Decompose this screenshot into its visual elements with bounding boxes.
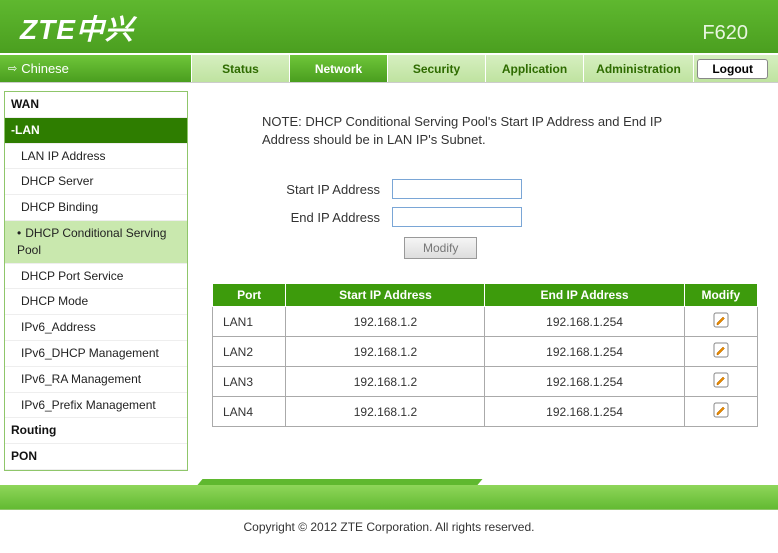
sidebar-item-ipv6-ra-management[interactable]: IPv6_RA Management (5, 367, 187, 393)
pencil-icon[interactable] (713, 312, 729, 328)
content-area: NOTE: DHCP Conditional Serving Pool's St… (192, 83, 778, 475)
cell-start: 192.168.1.2 (286, 337, 485, 367)
start-ip-input[interactable] (392, 179, 522, 199)
cell-port: LAN2 (213, 337, 286, 367)
cell-start: 192.168.1.2 (286, 307, 485, 337)
copyright-text: Copyright © 2012 ZTE Corporation. All ri… (0, 509, 778, 548)
sidebar-item-wan[interactable]: WAN (5, 92, 187, 118)
col-start: Start IP Address (286, 284, 485, 307)
pencil-icon[interactable] (713, 342, 729, 358)
language-switch[interactable]: ⇨ Chinese (0, 55, 192, 82)
cell-modify (684, 337, 757, 367)
tab-administration[interactable]: Administration (584, 55, 694, 82)
start-ip-label: Start IP Address (212, 182, 392, 197)
cell-modify (684, 397, 757, 427)
arrow-right-icon: ⇨ (8, 62, 17, 75)
sidebar-item-routing[interactable]: Routing (5, 418, 187, 444)
table-row: LAN1192.168.1.2192.168.1.254 (213, 307, 758, 337)
sidebar-item-dhcp-port-service[interactable]: DHCP Port Service (5, 264, 187, 290)
header-bar: ZTE中兴 F620 (0, 0, 778, 55)
cell-end: 192.168.1.254 (485, 367, 684, 397)
end-ip-label: End IP Address (212, 210, 392, 225)
table-row: LAN4192.168.1.2192.168.1.254 (213, 397, 758, 427)
sidebar-item-ipv6-prefix-management[interactable]: IPv6_Prefix Management (5, 393, 187, 419)
sidebar-item--lan[interactable]: -LAN (5, 118, 187, 144)
model-label: F620 (702, 22, 748, 45)
modify-button[interactable]: Modify (404, 237, 477, 259)
cell-modify (684, 367, 757, 397)
cell-port: LAN4 (213, 397, 286, 427)
sidebar-item-dhcp-conditional-serving-pool[interactable]: DHCP Conditional Serving Pool (5, 221, 187, 264)
brand-logo: ZTE中兴 (20, 8, 134, 48)
table-row: LAN2192.168.1.2192.168.1.254 (213, 337, 758, 367)
logout-button[interactable]: Logout (697, 59, 768, 79)
pencil-icon[interactable] (713, 372, 729, 388)
sidebar-item-ipv6-address[interactable]: IPv6_Address (5, 315, 187, 341)
top-nav: ⇨ Chinese Status Network Security Applic… (0, 55, 778, 83)
header-divider (0, 53, 778, 55)
sidebar-item-dhcp-mode[interactable]: DHCP Mode (5, 289, 187, 315)
sidebar-item-pon[interactable]: PON (5, 444, 187, 470)
sidebar-item-dhcp-binding[interactable]: DHCP Binding (5, 195, 187, 221)
table-row: LAN3192.168.1.2192.168.1.254 (213, 367, 758, 397)
cell-start: 192.168.1.2 (286, 397, 485, 427)
pencil-icon[interactable] (713, 402, 729, 418)
sidebar: WAN-LANLAN IP AddressDHCP ServerDHCP Bin… (0, 83, 192, 475)
cell-end: 192.168.1.254 (485, 307, 684, 337)
cell-modify (684, 307, 757, 337)
main-tabs: Status Network Security Application Admi… (192, 55, 778, 82)
col-port: Port (213, 284, 286, 307)
sidebar-item-dhcp-server[interactable]: DHCP Server (5, 169, 187, 195)
logout-area: Logout (694, 55, 778, 82)
tab-network[interactable]: Network (290, 55, 388, 82)
cell-start: 192.168.1.2 (286, 367, 485, 397)
cell-port: LAN1 (213, 307, 286, 337)
end-ip-input[interactable] (392, 207, 522, 227)
cell-end: 192.168.1.254 (485, 397, 684, 427)
footer-decoration (0, 475, 778, 509)
cell-port: LAN3 (213, 367, 286, 397)
pool-table: Port Start IP Address End IP Address Mod… (212, 283, 758, 427)
tab-security[interactable]: Security (388, 55, 486, 82)
col-end: End IP Address (485, 284, 684, 307)
sidebar-item-ipv6-dhcp-management[interactable]: IPv6_DHCP Management (5, 341, 187, 367)
cell-end: 192.168.1.254 (485, 337, 684, 367)
note-text: NOTE: DHCP Conditional Serving Pool's St… (262, 113, 702, 149)
sidebar-item-lan-ip-address[interactable]: LAN IP Address (5, 144, 187, 170)
tab-application[interactable]: Application (486, 55, 584, 82)
tab-status[interactable]: Status (192, 55, 290, 82)
language-label: Chinese (21, 61, 69, 76)
col-modify: Modify (684, 284, 757, 307)
